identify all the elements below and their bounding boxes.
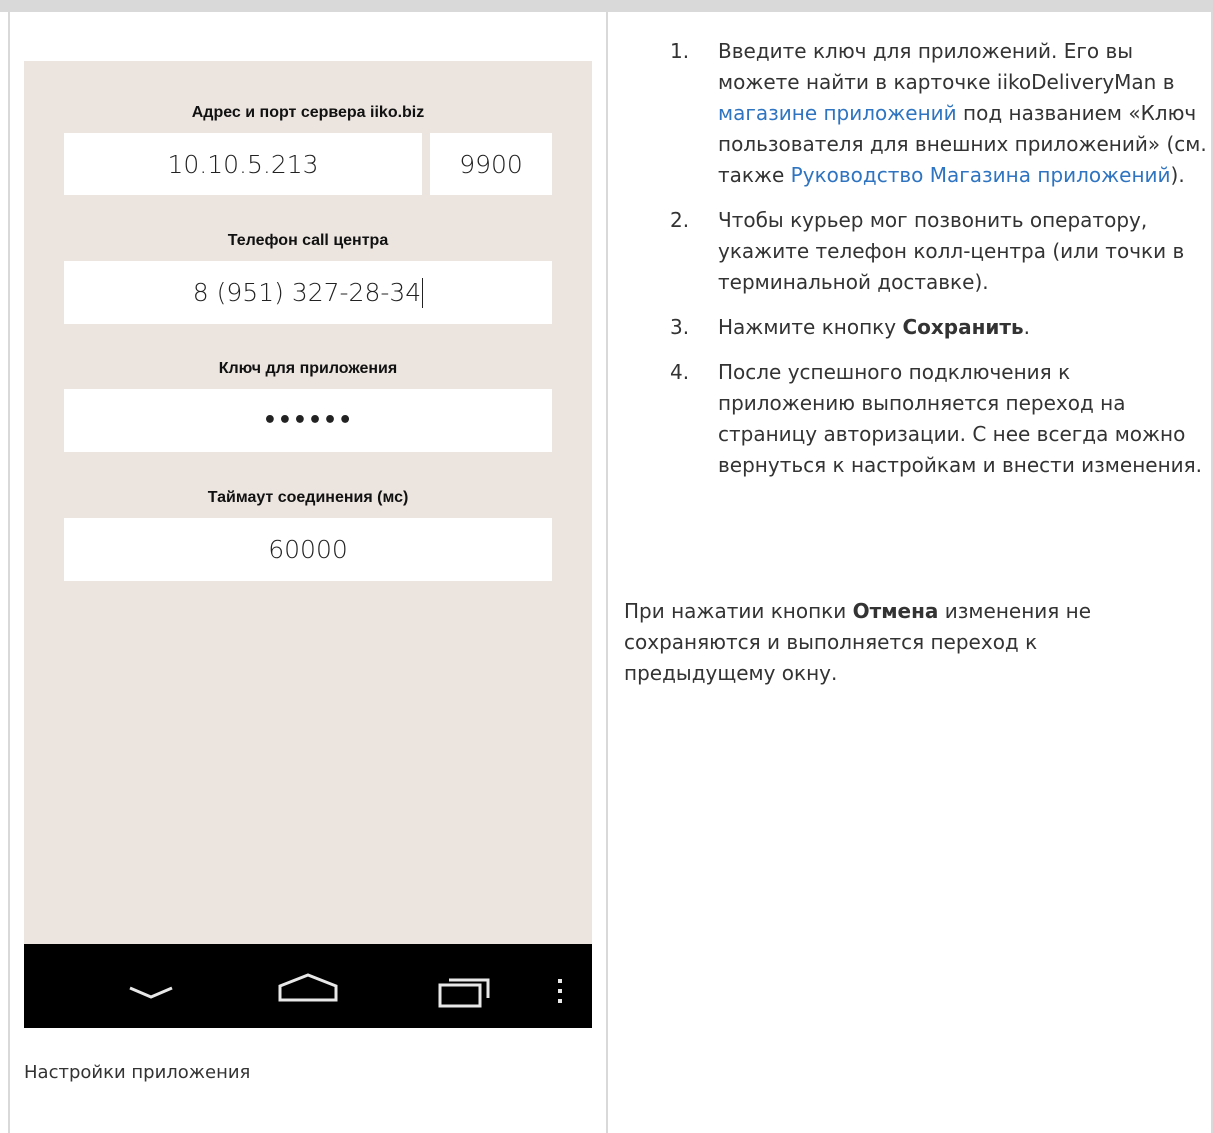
- instruction-steps: 1. Введите ключ для приложений. Его вы м…: [624, 36, 1209, 495]
- image-caption: Настройки приложения: [24, 1062, 251, 1083]
- app-key-field[interactable]: ••••••: [64, 389, 552, 452]
- step-3: 3. Нажмите кнопку Сохранить.: [624, 312, 1209, 343]
- step-text: .: [1023, 315, 1031, 339]
- step-text: ).: [1170, 163, 1185, 187]
- step-text: Введите ключ для приложений. Его вы може…: [718, 39, 1175, 94]
- home-icon[interactable]: [276, 972, 340, 1004]
- step-number: 4.: [670, 360, 690, 384]
- call-center-phone-label: Телефон call центра: [227, 232, 389, 249]
- step-4: 4. После успешного подключения к приложе…: [624, 357, 1209, 481]
- connection-timeout-label: Таймаут соединения (мс): [207, 489, 409, 506]
- note-text: При нажатии кнопки: [624, 599, 853, 623]
- cancel-button-name: Отмена: [852, 599, 939, 623]
- chevron-down-icon[interactable]: [126, 974, 176, 1004]
- save-button-name: Сохранить: [902, 315, 1024, 339]
- android-navigation-bar: [24, 944, 592, 1028]
- app-store-link[interactable]: магазине приложений: [718, 101, 957, 125]
- app-store-guide-link[interactable]: Руководство Магазина приложений: [791, 163, 1171, 187]
- top-border: [0, 0, 1213, 12]
- step-text: После успешного подключения к приложению…: [718, 360, 1203, 477]
- recents-icon[interactable]: [436, 973, 496, 1009]
- more-vert-icon[interactable]: [554, 977, 566, 1005]
- app-key-label: Ключ для приложения: [218, 360, 398, 377]
- step-number: 1.: [670, 39, 690, 63]
- call-center-phone-field[interactable]: 8 (951) 327-28-34: [64, 261, 552, 324]
- step-number: 2.: [670, 208, 690, 232]
- call-center-phone-value: 8 (951) 327-28-34: [192, 278, 422, 307]
- server-address-field[interactable]: 10.10.5.213: [64, 133, 422, 195]
- step-text: Чтобы курьер мог позвонить оператору, ук…: [718, 208, 1185, 294]
- cancel-note: При нажатии кнопки Отмена изменения не с…: [624, 596, 1184, 689]
- text-caret: [422, 277, 424, 308]
- step-number: 3.: [670, 315, 690, 339]
- table-border-left: [8, 12, 10, 1133]
- step-1: 1. Введите ключ для приложений. Его вы м…: [624, 36, 1209, 191]
- connection-timeout-field[interactable]: 60000: [64, 518, 552, 581]
- step-text: Нажмите кнопку: [718, 315, 903, 339]
- table-border-middle: [606, 12, 608, 1133]
- server-address-label: Адрес и порт сервера iiko.biz: [191, 104, 425, 121]
- server-port-field[interactable]: 9900: [430, 133, 552, 195]
- app-settings-screenshot: Адрес и порт сервера iiko.biz 10.10.5.21…: [24, 61, 592, 1028]
- step-2: 2. Чтобы курьер мог позвонить оператору,…: [624, 205, 1209, 298]
